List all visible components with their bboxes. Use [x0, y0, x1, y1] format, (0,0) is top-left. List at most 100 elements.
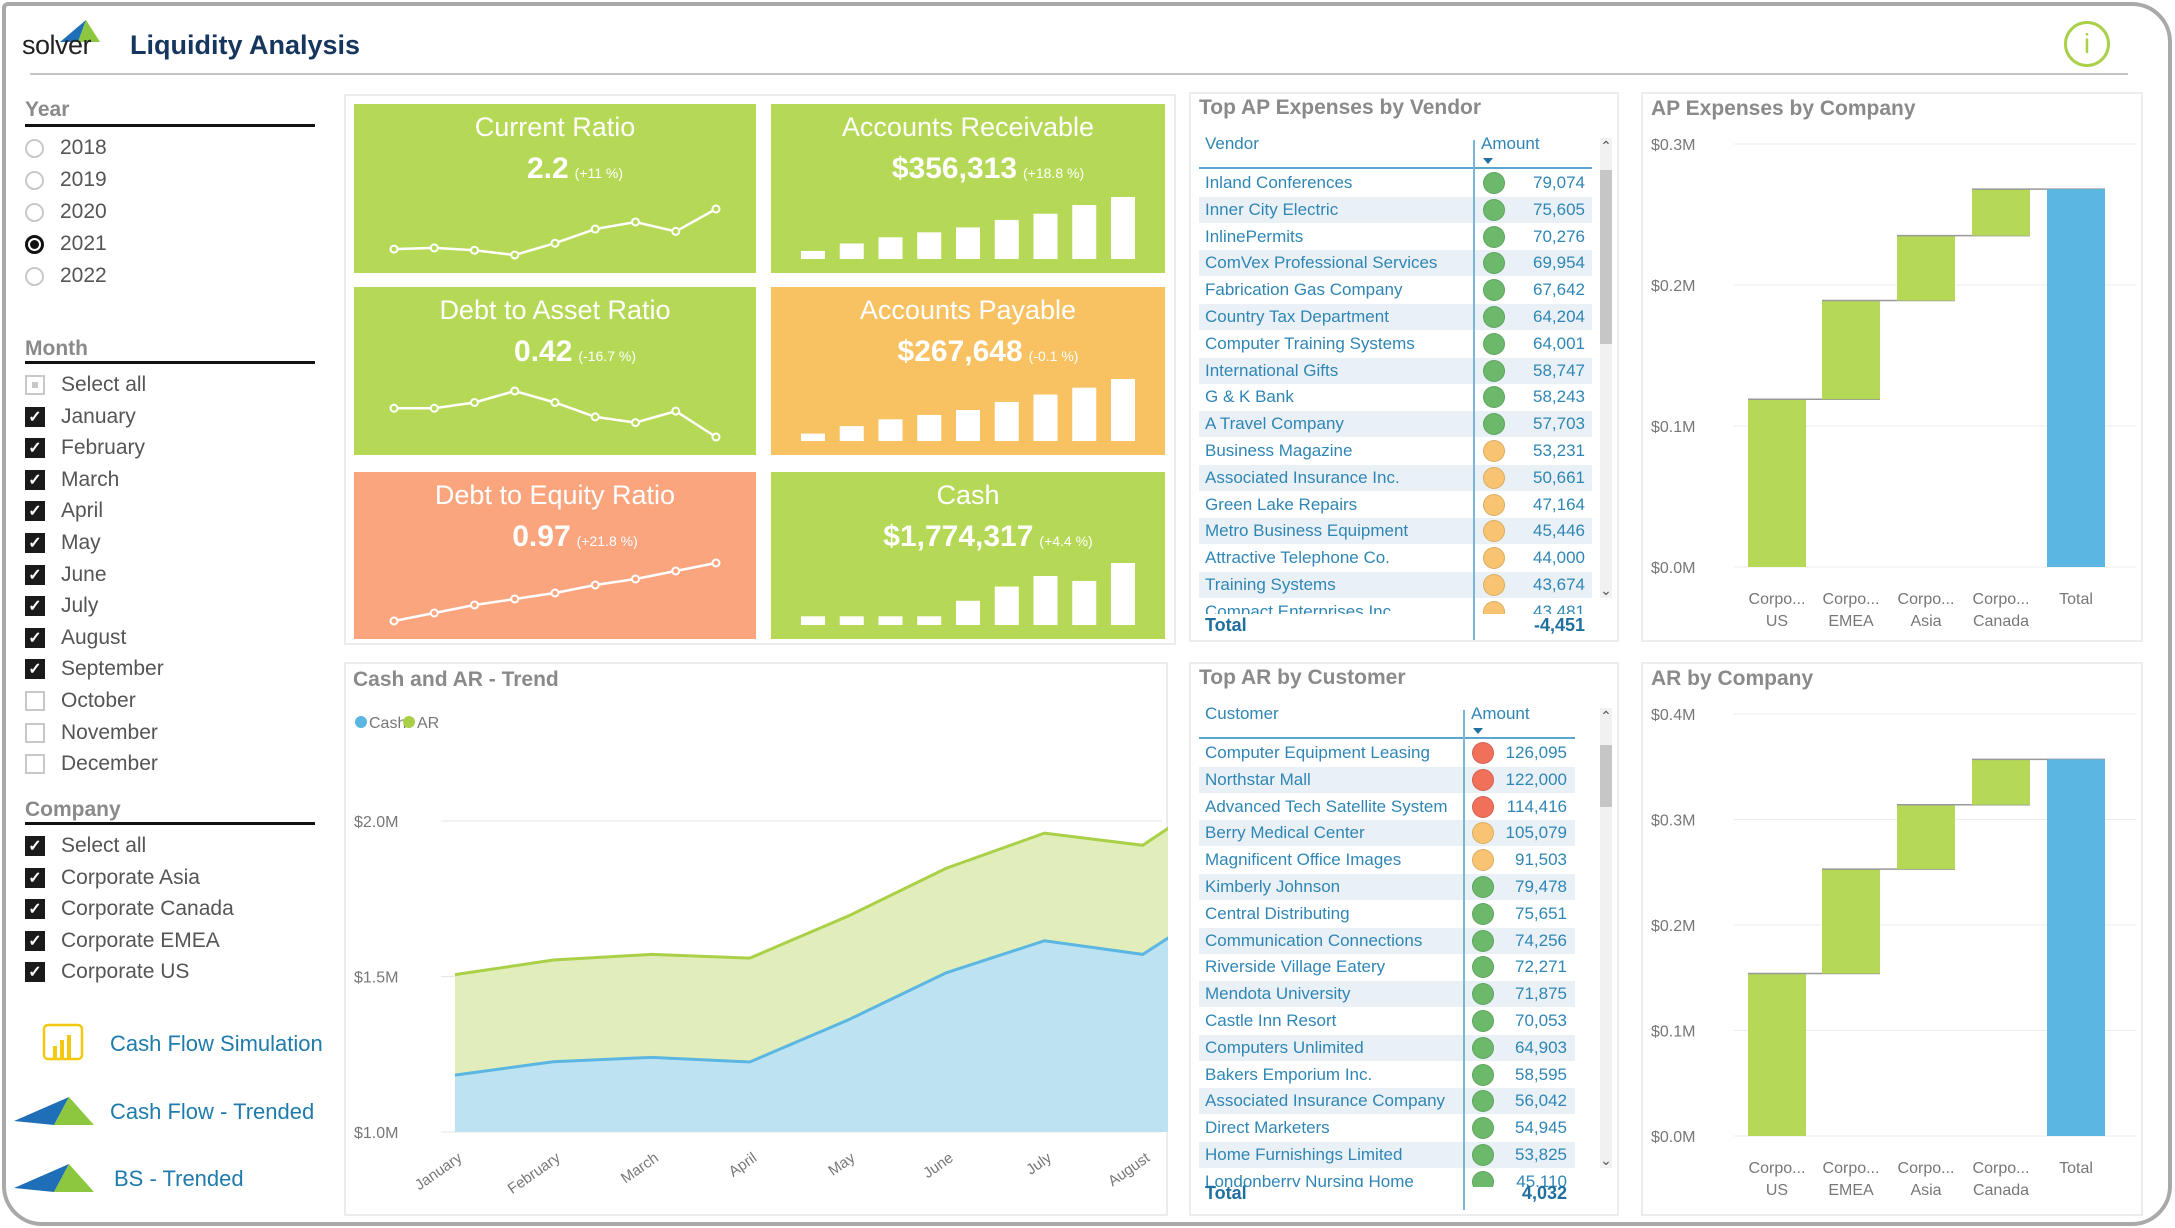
- month-option-october[interactable]: October: [25, 687, 136, 715]
- year-option-2018[interactable]: 2018: [25, 134, 107, 162]
- month-option-march[interactable]: ✓ March: [25, 466, 119, 494]
- checkbox[interactable]: [25, 375, 45, 395]
- radio-button[interactable]: [25, 266, 44, 286]
- month-option-july[interactable]: ✓ July: [25, 592, 98, 620]
- checkbox[interactable]: ✓: [25, 836, 45, 856]
- checkbox[interactable]: ✓: [25, 659, 45, 680]
- company-select-all[interactable]: ✓ Select all: [25, 832, 146, 860]
- link-bs-trended[interactable]: BS - Trended: [14, 1162, 244, 1196]
- table-row[interactable]: InlinePermits 70,276: [1199, 224, 1592, 250]
- radio-button[interactable]: [25, 138, 44, 158]
- checkbox[interactable]: ✓: [25, 867, 45, 888]
- table-row[interactable]: Magnificent Office Images 91,503: [1199, 847, 1575, 873]
- table-row[interactable]: Castle Inn Resort 70,053: [1199, 1008, 1575, 1034]
- year-option-2019[interactable]: 2019: [25, 166, 107, 194]
- company-option-corporate-canada[interactable]: ✓ Corporate Canada: [25, 895, 234, 923]
- scrollbar[interactable]: [1600, 138, 1612, 598]
- checkbox[interactable]: ✓: [25, 501, 45, 522]
- table-row[interactable]: Country Tax Department 64,204: [1199, 304, 1592, 330]
- table-row[interactable]: Computer Equipment Leasing 126,095: [1199, 740, 1575, 766]
- radio-button[interactable]: [25, 170, 44, 190]
- link-cash-flow-simulation[interactable]: Cash Flow Simulation: [40, 1022, 323, 1066]
- checkbox[interactable]: ✓: [25, 596, 45, 617]
- link-cash-flow-trended[interactable]: Cash Flow - Trended: [14, 1095, 314, 1129]
- month-option-september[interactable]: ✓ September: [25, 655, 164, 683]
- checkbox[interactable]: ✓: [25, 627, 45, 648]
- column-header-name[interactable]: Vendor: [1205, 134, 1259, 154]
- company-option-corporate-asia[interactable]: ✓ Corporate Asia: [25, 864, 200, 892]
- scroll-up-icon[interactable]: ⌃: [1600, 138, 1612, 155]
- table-row[interactable]: Northstar Mall 122,000: [1199, 766, 1575, 793]
- checkbox[interactable]: [25, 691, 45, 711]
- year-option-2021[interactable]: 2021: [25, 230, 107, 258]
- table-row[interactable]: Inland Conferences 79,074: [1199, 170, 1592, 196]
- month-option-january[interactable]: ✓ January: [25, 403, 136, 431]
- table-row[interactable]: Direct Marketers 54,945: [1199, 1115, 1575, 1141]
- month-option-may[interactable]: ✓ May: [25, 529, 101, 557]
- scroll-down-icon[interactable]: ⌄: [1600, 1152, 1612, 1169]
- kpi-tile-current-ratio[interactable]: Current Ratio 2.2 (+11 %): [354, 104, 756, 273]
- company-option-corporate-emea[interactable]: ✓ Corporate EMEA: [25, 927, 220, 955]
- column-header-amount[interactable]: Amount: [1471, 704, 1530, 724]
- checkbox[interactable]: ✓: [25, 533, 45, 553]
- table-row[interactable]: Kimberly Johnson 79,478: [1199, 874, 1575, 900]
- table-row[interactable]: A Travel Company 57,703: [1199, 411, 1592, 438]
- month-option-june[interactable]: ✓ June: [25, 561, 107, 589]
- year-option-2020[interactable]: 2020: [25, 198, 107, 226]
- scroll-down-icon[interactable]: ⌄: [1600, 582, 1612, 599]
- table-row[interactable]: Computer Training Systems 64,001: [1199, 331, 1592, 357]
- kpi-tile-debt-to-equity-ratio[interactable]: Debt to Equity Ratio 0.97 (+21.8 %): [354, 472, 756, 639]
- kpi-tile-debt-to-asset-ratio[interactable]: Debt to Asset Ratio 0.42 (-16.7 %): [354, 287, 756, 455]
- month-option-february[interactable]: ✓ February: [25, 434, 145, 462]
- radio-button[interactable]: [25, 202, 44, 222]
- table-row[interactable]: G & K Bank 58,243: [1199, 384, 1592, 410]
- scrollbar[interactable]: [1600, 708, 1612, 1168]
- table-row[interactable]: Fabrication Gas Company 67,642: [1199, 277, 1592, 303]
- month-option-november[interactable]: November: [25, 719, 158, 747]
- checkbox[interactable]: ✓: [25, 438, 45, 459]
- checkbox[interactable]: ✓: [25, 930, 45, 951]
- column-header-amount[interactable]: Amount: [1481, 134, 1540, 154]
- table-row[interactable]: Riverside Village Eatery 72,271: [1199, 954, 1575, 980]
- kpi-tile-accounts-receivable[interactable]: Accounts Receivable $356,313 (+18.8 %): [771, 104, 1165, 273]
- checkbox[interactable]: ✓: [25, 564, 45, 585]
- year-option-2022[interactable]: 2022: [25, 262, 107, 290]
- scrollbar-thumb[interactable]: [1600, 170, 1612, 344]
- month-option-december[interactable]: December: [25, 750, 158, 778]
- table-row[interactable]: Metro Business Equipment 45,446: [1199, 518, 1592, 545]
- checkbox[interactable]: ✓: [25, 406, 45, 427]
- table-row[interactable]: Bakers Emporium Inc. 58,595: [1199, 1062, 1575, 1088]
- table-row[interactable]: Attractive Telephone Co. 44,000: [1199, 545, 1592, 571]
- kpi-tile-cash[interactable]: Cash $1,774,317 (+4.4 %): [771, 472, 1165, 639]
- column-header-name[interactable]: Customer: [1205, 704, 1279, 724]
- table-row[interactable]: Associated Insurance Inc. 50,661: [1199, 464, 1592, 491]
- month-select-all[interactable]: Select all: [25, 371, 146, 399]
- checkbox[interactable]: [25, 754, 45, 775]
- radio-button[interactable]: [25, 234, 44, 254]
- table-row[interactable]: Berry Medical Center 105,079: [1199, 820, 1575, 847]
- table-row[interactable]: Training Systems 43,674: [1199, 572, 1592, 598]
- table-row[interactable]: Advanced Tech Satellite System 114,416: [1199, 794, 1575, 820]
- scroll-up-icon[interactable]: ⌃: [1600, 708, 1612, 725]
- table-row[interactable]: Central Distributing 75,651: [1199, 901, 1575, 927]
- kpi-tile-accounts-payable[interactable]: Accounts Payable $267,648 (-0.1 %): [771, 287, 1165, 455]
- month-option-april[interactable]: ✓ April: [25, 497, 103, 525]
- table-row[interactable]: Associated Insurance Company 56,042: [1199, 1088, 1575, 1115]
- table-row[interactable]: Business Magazine 53,231: [1199, 438, 1592, 464]
- table-row[interactable]: Green Lake Repairs 47,164: [1199, 492, 1592, 518]
- table-row[interactable]: International Gifts 58,747: [1199, 357, 1592, 384]
- table-row[interactable]: ComVex Professional Services 69,954: [1199, 250, 1592, 277]
- table-row[interactable]: Mendota University 71,875: [1199, 981, 1575, 1008]
- table-row[interactable]: Communication Connections 74,256: [1199, 927, 1575, 954]
- checkbox[interactable]: ✓: [25, 469, 45, 490]
- checkbox[interactable]: ✓: [25, 899, 45, 920]
- info-icon[interactable]: i: [2064, 21, 2110, 67]
- table-row[interactable]: Compact Enterprises Inc. 43,481: [1199, 599, 1592, 614]
- table-row[interactable]: Inner City Electric 75,605: [1199, 196, 1592, 223]
- company-option-corporate-us[interactable]: ✓ Corporate US: [25, 958, 189, 986]
- table-row[interactable]: Home Furnishings Limited 53,825: [1199, 1142, 1575, 1168]
- checkbox[interactable]: ✓: [25, 962, 45, 983]
- month-option-august[interactable]: ✓ August: [25, 624, 126, 652]
- checkbox[interactable]: [25, 722, 45, 743]
- table-row[interactable]: Computers Unlimited 64,903: [1199, 1034, 1575, 1061]
